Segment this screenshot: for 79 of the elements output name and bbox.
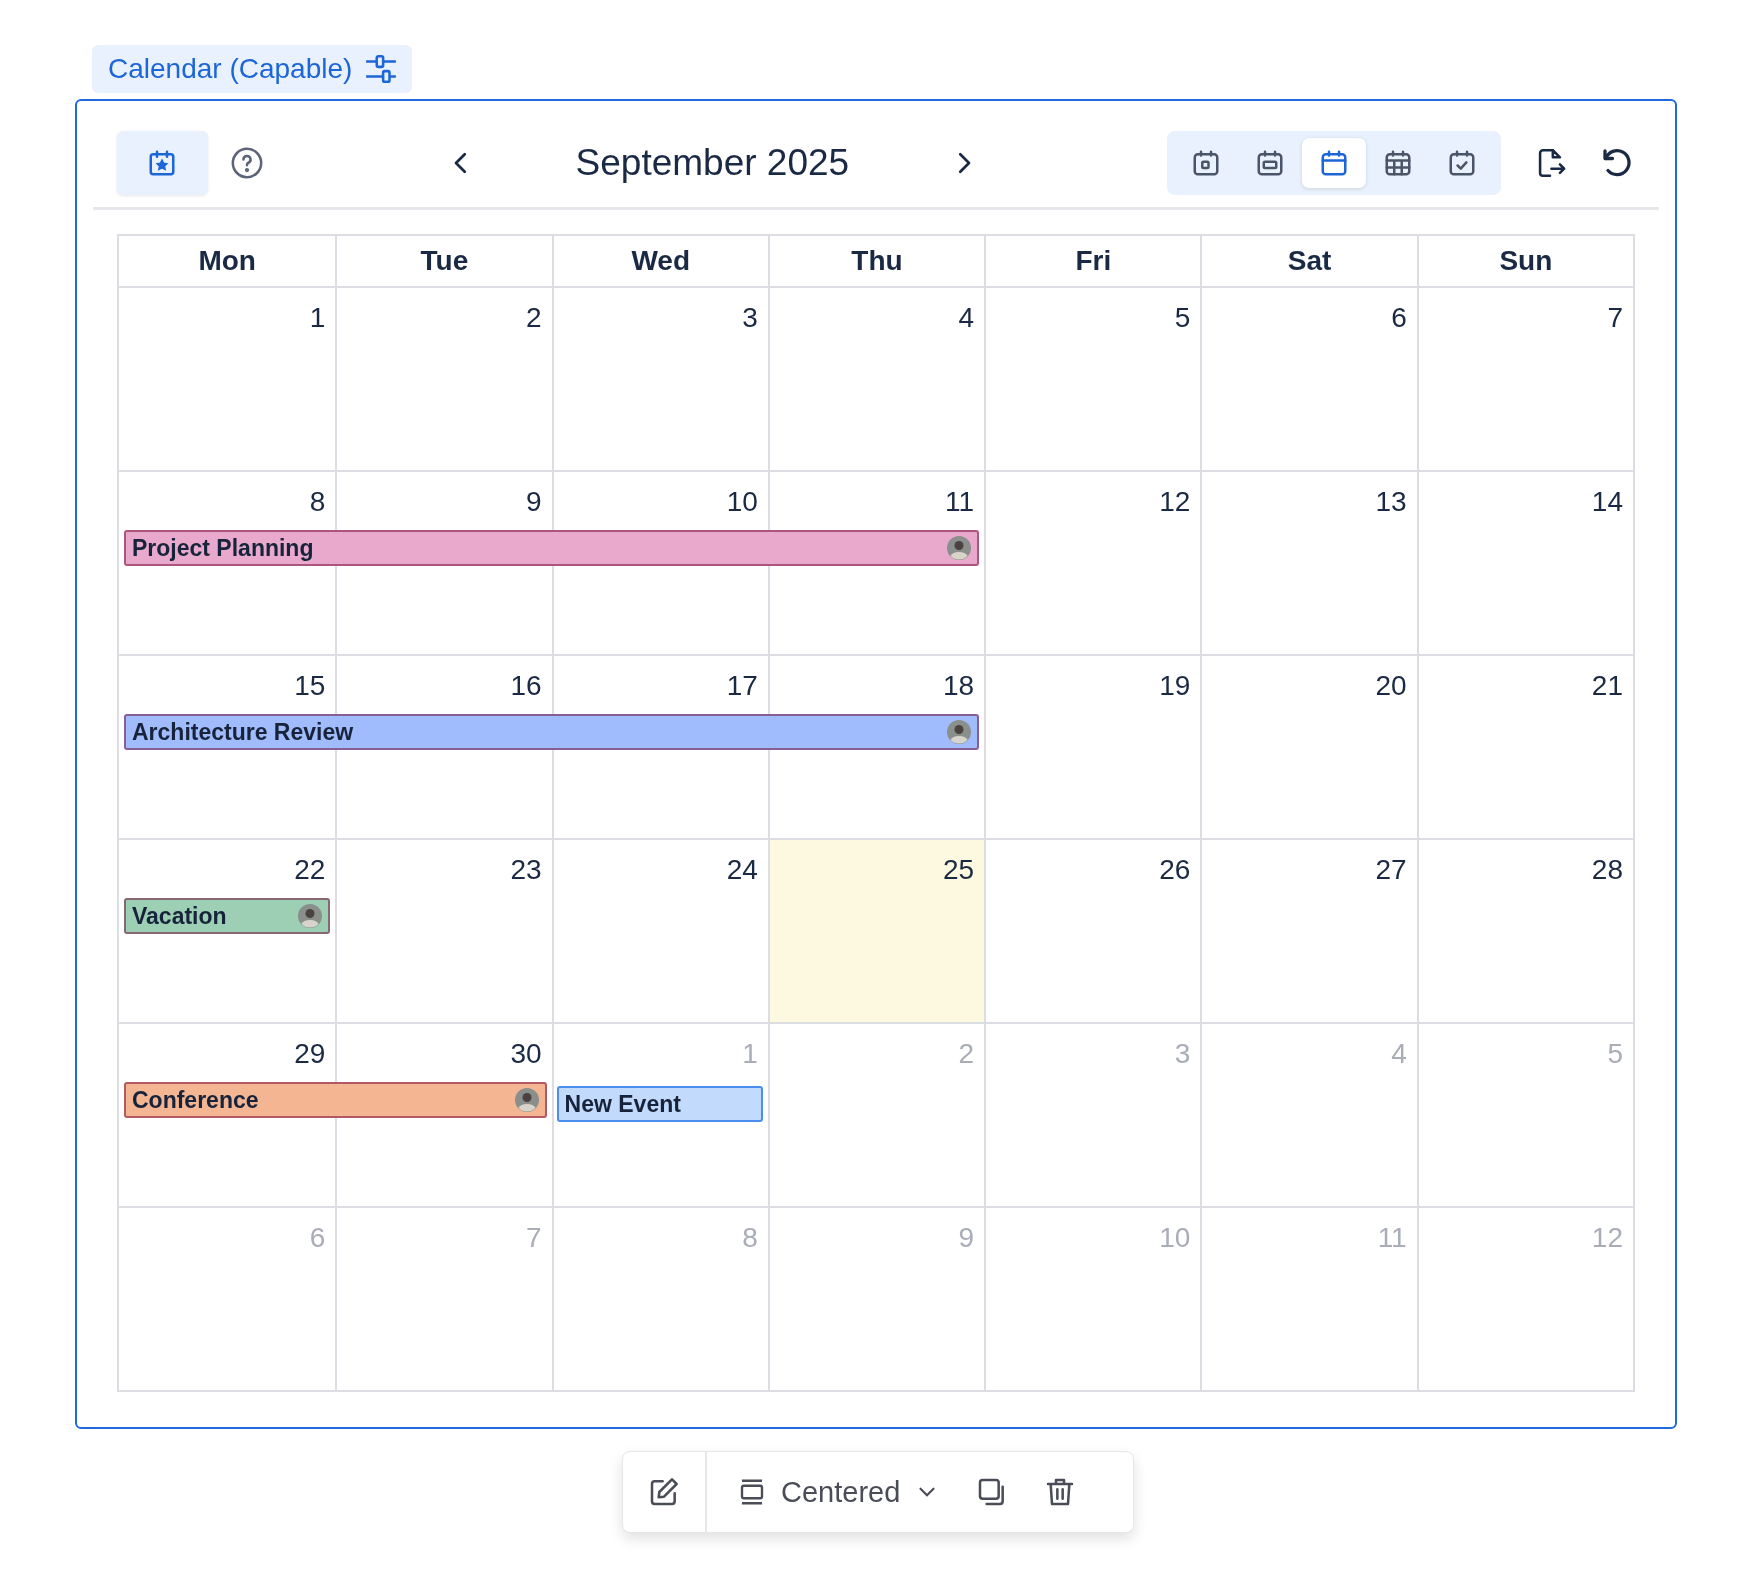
day-number: 7: [526, 1222, 542, 1254]
view-tab[interactable]: [1302, 138, 1366, 188]
day-number: 1: [309, 302, 326, 334]
avatar-icon: [514, 1088, 539, 1112]
day-number: 29: [294, 1038, 326, 1070]
weekday-header: Sat: [1200, 236, 1417, 286]
day-number: 27: [1375, 854, 1407, 886]
avatar-icon: [947, 536, 972, 560]
event-title: New Event: [564, 1090, 681, 1118]
day-number: 26: [1159, 854, 1191, 886]
event-title: Conference: [132, 1086, 259, 1114]
day-number: 4: [1391, 1038, 1407, 1070]
calendar-star-icon: [147, 148, 178, 178]
calendar-day-icon: [1191, 148, 1221, 178]
day-number: 12: [1159, 486, 1191, 518]
layout-dropdown[interactable]: Centered: [707, 1452, 959, 1532]
day-number: 9: [526, 486, 542, 518]
day-number: 2: [526, 302, 542, 334]
day-number: 8: [309, 486, 326, 518]
sliders-icon: [364, 54, 399, 84]
day-number: 17: [726, 670, 758, 702]
weekday-header: Wed: [551, 236, 768, 286]
day-number: 5: [1607, 1038, 1623, 1070]
event-bar[interactable]: Project Planning: [124, 530, 980, 566]
day-number: 1: [742, 1038, 758, 1070]
day-number: 12: [1591, 1222, 1623, 1254]
day-number: 30: [510, 1038, 542, 1070]
widget-label-text: Calendar (Capable): [108, 53, 353, 85]
favorite-calendar-button[interactable]: [117, 131, 208, 195]
day-number: 6: [1391, 302, 1407, 334]
day-number: 3: [742, 302, 758, 334]
calendar-check-icon: [1447, 148, 1477, 178]
month-title: September 2025: [574, 142, 851, 184]
day-number: 21: [1591, 670, 1623, 702]
event-title: Project Planning: [132, 534, 314, 562]
day-number: 13: [1375, 486, 1407, 518]
day-number: 10: [726, 486, 758, 518]
day-number: 14: [1591, 486, 1623, 518]
day-number: 16: [510, 670, 542, 702]
event-bar[interactable]: Architecture Review: [124, 714, 980, 750]
calendar-week-icon: [1255, 148, 1285, 178]
event-title: Architecture Review: [132, 718, 354, 746]
day-number: 25: [943, 854, 975, 886]
edit-icon: [648, 1476, 680, 1508]
calendar-grid-icon: [1383, 148, 1413, 178]
day-number: 10: [1159, 1222, 1191, 1254]
day-number: 5: [1174, 302, 1191, 334]
weekday-header: Fri: [984, 236, 1201, 286]
event-bar[interactable]: Conference: [124, 1082, 547, 1118]
day-number: 20: [1375, 670, 1407, 702]
weekday-header: Mon: [197, 244, 257, 278]
day-number: 19: [1159, 670, 1191, 702]
widget-label[interactable]: Calendar (Capable): [92, 45, 413, 93]
day-number: 22: [294, 854, 326, 886]
day-number: 11: [1377, 1222, 1407, 1254]
weekday-header: Sun: [1416, 236, 1633, 286]
day-number: 15: [294, 670, 326, 702]
day-number: 11: [945, 486, 975, 518]
day-number: 9: [958, 1222, 975, 1254]
day-number: 28: [1591, 854, 1623, 886]
day-number: 2: [958, 1038, 975, 1070]
help-icon: [229, 146, 264, 180]
day-number: 6: [309, 1222, 326, 1254]
day-number: 8: [742, 1222, 758, 1254]
weekday-header: Tue: [335, 236, 552, 286]
day-number: 7: [1607, 302, 1623, 334]
avatar-icon: [947, 720, 972, 744]
event-bar[interactable]: Vacation: [124, 898, 331, 934]
calendar-icon: [1319, 148, 1349, 178]
avatar-icon: [298, 904, 323, 928]
event-bar[interactable]: New Event: [556, 1086, 763, 1122]
day-number: 4: [958, 302, 975, 334]
day-number: 3: [1174, 1038, 1191, 1070]
day-number: 23: [510, 854, 542, 886]
day-number: 18: [943, 670, 975, 702]
help-button[interactable]: [229, 146, 264, 180]
day-number: 24: [726, 854, 758, 886]
event-title: Vacation: [132, 902, 227, 930]
weekday-header: Thu: [767, 236, 985, 286]
